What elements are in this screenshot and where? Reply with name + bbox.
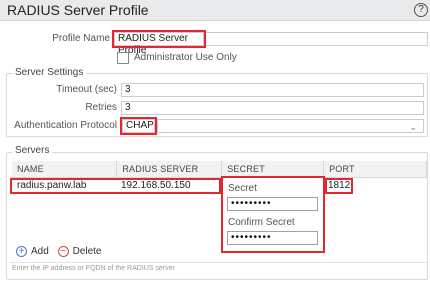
table-row-port[interactable]: 1812 xyxy=(328,180,350,191)
profile-name-input[interactable]: RADIUS Server Profile xyxy=(112,30,206,56)
servers-actions: + Add − Delete xyxy=(16,246,107,257)
table-row-radius-server[interactable]: 192.168.50.150 xyxy=(121,180,191,191)
admin-use-only-checkbox[interactable] xyxy=(117,52,129,64)
column-header-port[interactable]: PORT xyxy=(323,161,427,178)
secret-input[interactable]: ••••••••• xyxy=(227,197,318,211)
dialog-title: RADIUS Server Profile xyxy=(7,2,149,18)
auth-protocol-label: Authentication Protocol xyxy=(14,120,117,131)
chevron-down-icon[interactable]: ⌄ xyxy=(409,121,417,133)
column-header-radius-server[interactable]: RADIUS SERVER xyxy=(116,161,223,178)
column-header-name[interactable]: NAME xyxy=(12,161,118,178)
minus-icon: − xyxy=(57,246,69,257)
dialog-titlebar: RADIUS Server Profile ? xyxy=(0,0,430,21)
secret-cell: Secret ••••••••• Confirm Secret ••••••••… xyxy=(221,176,325,253)
add-button-label: Add xyxy=(31,246,49,257)
confirm-secret-label: Confirm Secret xyxy=(228,217,295,228)
profile-name-input-extension[interactable] xyxy=(206,32,428,46)
delete-button-label: Delete xyxy=(72,246,102,257)
retries-label: Retries xyxy=(85,102,117,113)
delete-button[interactable]: − Delete xyxy=(57,246,102,257)
plus-icon: + xyxy=(16,246,27,257)
servers-hint: Enter the IP address or FQDN of the RADI… xyxy=(12,265,175,272)
auth-protocol-select-extension[interactable]: ⌄ xyxy=(157,119,424,133)
server-settings-legend: Server Settings xyxy=(12,67,87,78)
servers-table-header: NAME RADIUS SERVER SECRET PORT xyxy=(12,161,427,178)
timeout-input[interactable]: 3 xyxy=(121,83,424,97)
confirm-secret-input[interactable]: ••••••••• xyxy=(227,231,318,245)
help-icon[interactable]: ? xyxy=(414,3,428,17)
servers-table: NAME RADIUS SERVER SECRET PORT xyxy=(12,161,427,178)
table-row-name[interactable]: radius.panw.lab xyxy=(17,180,87,191)
profile-name-label: Profile Name xyxy=(52,33,110,44)
retries-input[interactable]: 3 xyxy=(121,101,424,115)
add-button[interactable]: + Add xyxy=(16,246,49,257)
admin-use-only-label: Administrator Use Only xyxy=(134,52,237,63)
secret-label: Secret xyxy=(228,183,257,194)
timeout-label: Timeout (sec) xyxy=(56,84,117,95)
column-header-secret[interactable]: SECRET xyxy=(221,161,325,178)
auth-protocol-select[interactable]: CHAP xyxy=(120,117,157,135)
servers-legend: Servers xyxy=(12,145,53,156)
hint-divider xyxy=(10,262,427,263)
